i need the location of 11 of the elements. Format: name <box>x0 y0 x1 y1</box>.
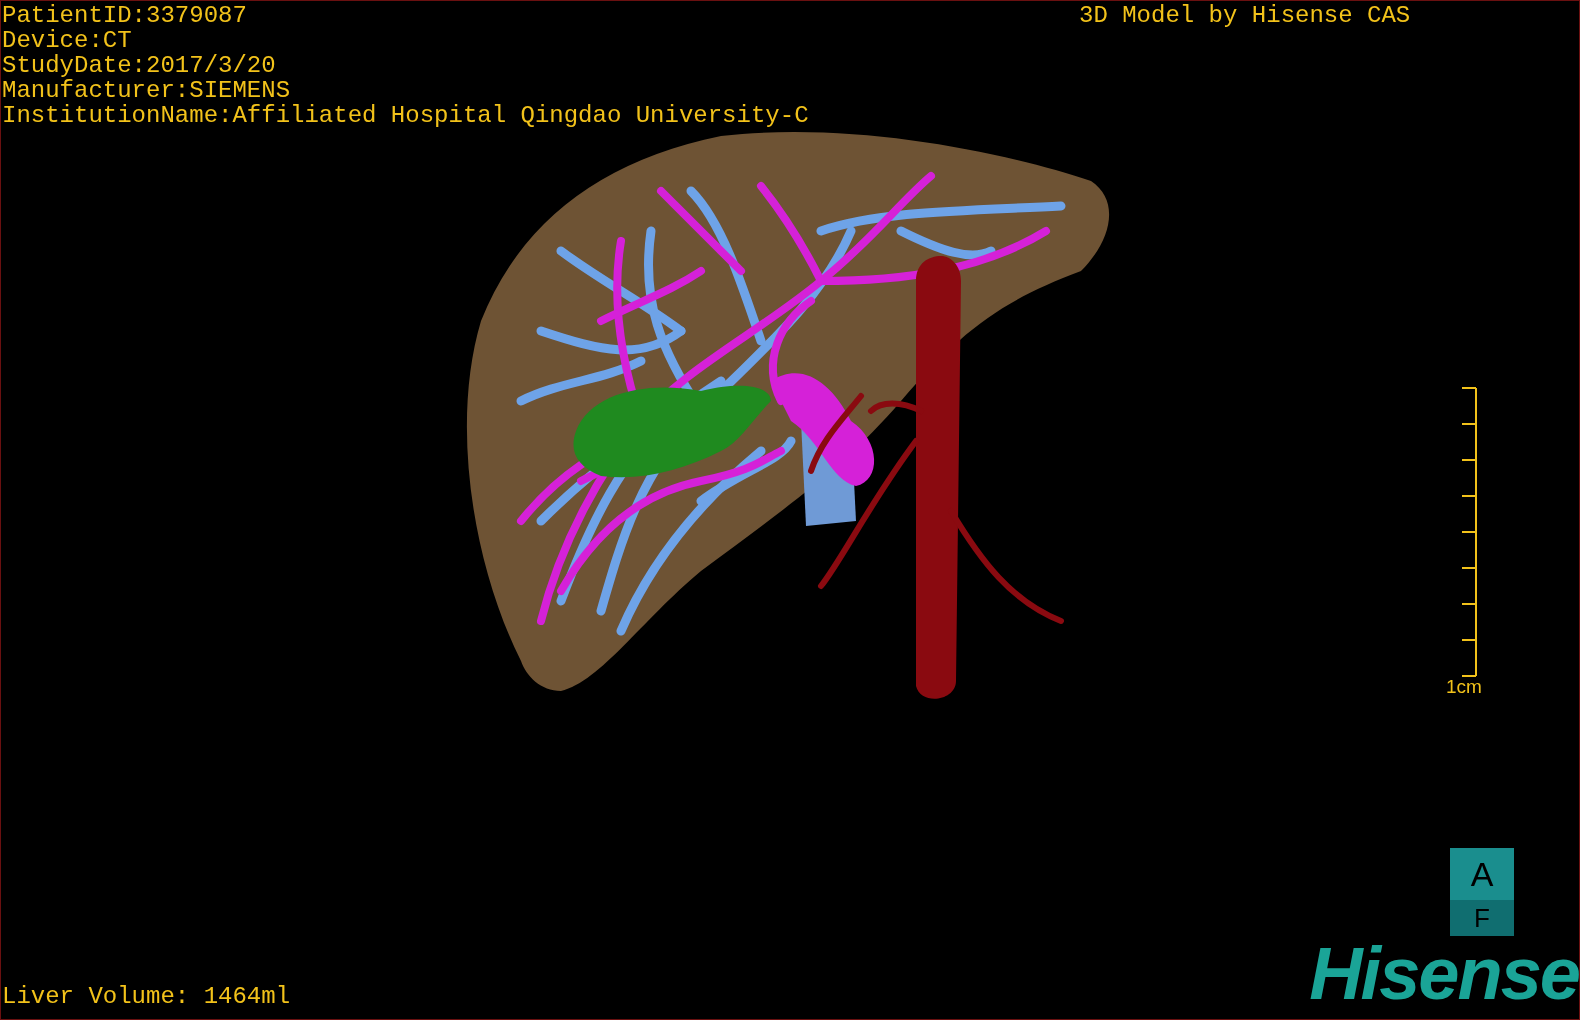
scale-label: 1cm <box>1446 677 1482 697</box>
orientation-cube-face[interactable]: F <box>1450 900 1514 936</box>
dicom-info-text: Manufacturer:SIEMENS <box>2 78 292 103</box>
liver-volume-text: Liver Volume: 1464ml <box>2 984 291 1009</box>
dicom-info-text: InstitutionName:Affiliated Hospital Qingdao University-C <box>2 103 809 128</box>
dicom-info-text: StudyDate:2017/3/20 <box>2 53 277 78</box>
orientation-cube-face[interactable]: A <box>1450 848 1514 900</box>
viewer-title: 3D Model by Hisense CAS <box>1079 3 1411 28</box>
brand-logo: Hisense <box>1309 943 1579 1005</box>
dicom-info-text: PatientID:3379087 <box>2 3 248 28</box>
dicom-info-text: Device:CT <box>2 28 133 53</box>
